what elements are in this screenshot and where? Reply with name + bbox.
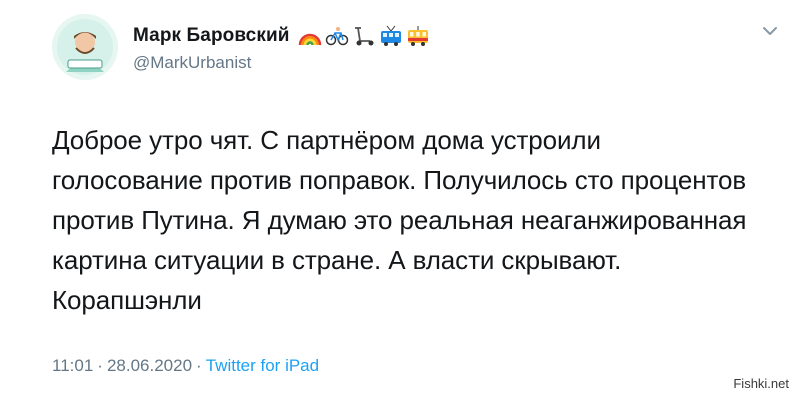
user-handle[interactable]: @MarkUrbanist — [133, 53, 430, 73]
display-name[interactable]: Марк Баровский — [133, 25, 290, 47]
tweet-source-link[interactable]: Twitter for iPad — [206, 356, 319, 376]
tram-icon — [407, 26, 428, 46]
meta-separator: · — [97, 356, 103, 375]
tweet-header: Марк Баровский @MarkUrbanist — [52, 14, 430, 80]
tweet-date[interactable]: 28.06.2020 — [107, 356, 192, 376]
avatar[interactable] — [52, 14, 118, 80]
user-block: Марк Баровский @MarkUrbanist — [133, 23, 430, 73]
trolleybus-icon — [380, 25, 401, 46]
rainbow-icon — [298, 33, 321, 46]
bicycle-icon — [325, 27, 348, 46]
avatar-image — [52, 14, 118, 80]
tweet-time[interactable]: 11:01 — [52, 356, 93, 376]
name-row: Марк Баровский — [133, 23, 430, 49]
name-emoji-row — [298, 25, 430, 47]
tweet-card: Марк Баровский @MarkUrbanist Доброе утро… — [0, 0, 800, 400]
scooter-icon — [354, 27, 373, 46]
tweet-meta: 11:01 · 28.06.2020 · Twitter for iPad — [52, 356, 319, 376]
meta-separator: · — [196, 356, 202, 375]
tweet-text: Доброе утро чят. С партнёром дома устрои… — [52, 125, 747, 315]
watermark: Fishki.net — [730, 375, 792, 392]
chevron-down-icon[interactable] — [762, 26, 778, 36]
